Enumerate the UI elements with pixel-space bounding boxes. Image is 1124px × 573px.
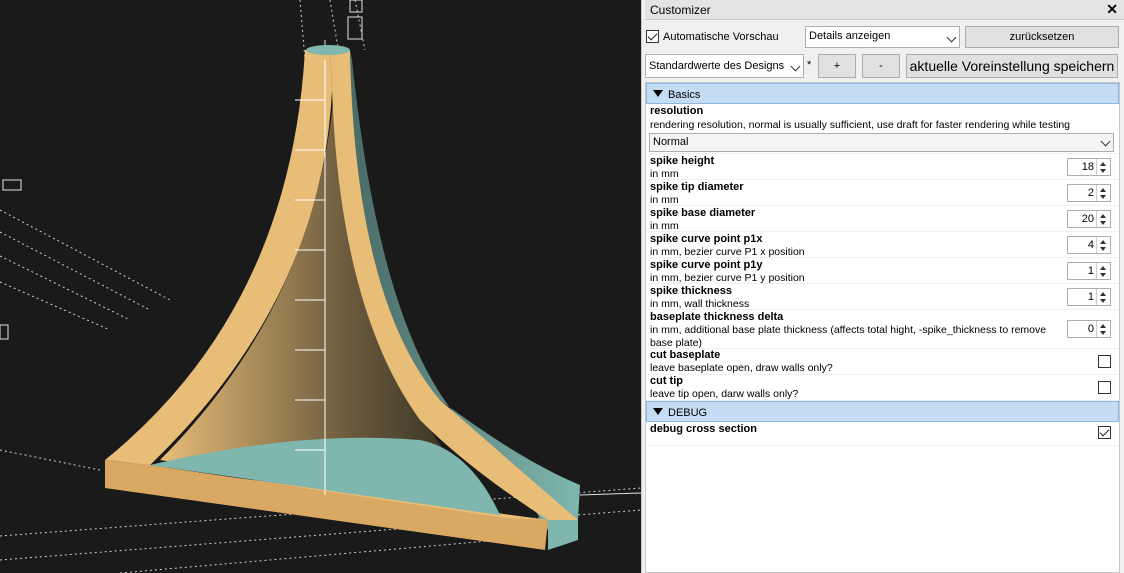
param-name: baseplate thickness delta <box>650 311 784 323</box>
param-spike-curve-p1y: spike curve point p1y in mm, bezier curv… <box>646 258 1119 284</box>
param-desc: in mm, bezier curve P1 x position <box>650 246 805 258</box>
param-name: spike curve point p1x <box>650 233 763 245</box>
param-name: resolution <box>650 105 704 117</box>
param-name: spike curve point p1y <box>650 259 763 271</box>
spin-up-icon[interactable] <box>1100 240 1106 244</box>
parameter-list[interactable]: Basics resolution rendering resolution, … <box>645 82 1120 573</box>
spin-down-icon[interactable] <box>1100 169 1106 173</box>
spinbox-value: 18 <box>1081 161 1094 173</box>
model-render <box>0 0 641 573</box>
param-cut-tip: cut tip leave tip open, darw walls only? <box>646 375 1119 401</box>
param-desc: rendering resolution, normal is usually … <box>650 119 1071 131</box>
spinbox-value: 2 <box>1087 187 1094 199</box>
customizer-title: Customizer <box>650 3 711 17</box>
spin-down-icon[interactable] <box>1100 195 1106 199</box>
chevron-down-icon <box>1100 136 1111 147</box>
chevron-down-icon <box>790 61 801 72</box>
spin-up-icon[interactable] <box>1100 162 1106 166</box>
param-desc: leave tip open, darw walls only? <box>650 388 799 400</box>
param-desc: in mm <box>650 168 679 180</box>
group-label: Basics <box>668 89 701 101</box>
spinbox-value: 0 <box>1087 323 1094 335</box>
spin-down-icon[interactable] <box>1100 221 1106 225</box>
param-spike-base-diameter: spike base diameter in mm 20 <box>646 206 1119 232</box>
param-spike-height: spike height in mm 18 <box>646 154 1119 180</box>
baseplate-thickness-delta-spinbox[interactable]: 0 <box>1067 320 1111 338</box>
param-name: debug cross section <box>650 423 757 435</box>
3d-viewport[interactable] <box>0 0 641 573</box>
spin-down-icon[interactable] <box>1100 273 1106 277</box>
spin-up-icon[interactable] <box>1100 188 1106 192</box>
param-spike-curve-p1x: spike curve point p1x in mm, bezier curv… <box>646 232 1119 258</box>
spinbox-value: 20 <box>1081 213 1094 225</box>
param-name: cut tip <box>650 375 683 387</box>
remove-preset-button[interactable]: - <box>862 54 900 78</box>
add-preset-button[interactable]: + <box>818 54 856 78</box>
param-name: spike tip diameter <box>650 181 744 193</box>
spike-tip-diameter-spinbox[interactable]: 2 <box>1067 184 1111 202</box>
reset-button[interactable]: zurücksetzen <box>965 26 1119 48</box>
group-header-basics[interactable]: Basics <box>646 83 1119 104</box>
collapse-triangle-icon <box>653 408 663 415</box>
chevron-down-icon <box>946 32 957 43</box>
details-select[interactable]: Details anzeigen <box>805 26 960 48</box>
param-debug-cross-section: debug cross section <box>646 422 1119 446</box>
spin-up-icon[interactable] <box>1100 324 1106 328</box>
spike-curve-p1y-spinbox[interactable]: 1 <box>1067 262 1111 280</box>
spin-up-icon[interactable] <box>1100 266 1106 270</box>
param-name: cut baseplate <box>650 349 721 361</box>
save-preset-button[interactable]: aktuelle Voreinstellung speichern <box>906 54 1118 78</box>
close-icon[interactable]: ✕ <box>1106 1 1118 18</box>
spin-down-icon[interactable] <box>1100 331 1106 335</box>
param-spike-thickness: spike thickness in mm, wall thickness 1 <box>646 284 1119 310</box>
param-desc: in mm, wall thickness <box>650 298 750 310</box>
spike-thickness-spinbox[interactable]: 1 <box>1067 288 1111 306</box>
param-desc: in mm <box>650 194 679 206</box>
param-resolution: resolution rendering resolution, normal … <box>646 104 1119 154</box>
preset-select[interactable]: Standardwerte des Designs <box>645 54 804 78</box>
auto-preview-checkbox[interactable] <box>646 30 659 43</box>
group-header-debug[interactable]: DEBUG <box>646 401 1119 422</box>
param-desc-continued: base plate) <box>650 337 702 349</box>
spike-base-diameter-spinbox[interactable]: 20 <box>1067 210 1111 228</box>
spin-down-icon[interactable] <box>1100 299 1106 303</box>
collapse-triangle-icon <box>653 90 663 97</box>
param-desc: in mm, bezier curve P1 y position <box>650 272 805 284</box>
auto-preview-label: Automatische Vorschau <box>663 31 779 43</box>
debug-cross-section-checkbox[interactable] <box>1098 426 1111 439</box>
spinbox-value: 1 <box>1087 291 1094 303</box>
details-select-value: Details anzeigen <box>809 30 891 42</box>
spin-up-icon[interactable] <box>1100 214 1106 218</box>
param-desc: in mm, additional base plate thickness (… <box>650 324 1047 336</box>
param-spike-tip-diameter: spike tip diameter in mm 2 <box>646 180 1119 206</box>
param-name: spike base diameter <box>650 207 756 219</box>
param-cut-baseplate: cut baseplate leave baseplate open, draw… <box>646 349 1119 375</box>
param-name: spike thickness <box>650 285 732 297</box>
resolution-select[interactable]: Normal <box>649 133 1114 152</box>
spinbox-value: 4 <box>1087 239 1094 251</box>
customizer-titlebar: Customizer ✕ <box>645 0 1124 20</box>
resolution-select-value: Normal <box>653 136 689 148</box>
customizer-panel: Customizer ✕ Automatische Vorschau Detai… <box>645 0 1124 573</box>
param-desc: leave baseplate open, draw walls only? <box>650 362 833 374</box>
spin-down-icon[interactable] <box>1100 247 1106 251</box>
preset-select-value: Standardwerte des Designs <box>649 60 785 72</box>
param-desc: in mm <box>650 220 679 232</box>
preset-modified-marker: * <box>807 59 812 71</box>
spike-height-spinbox[interactable]: 18 <box>1067 158 1111 176</box>
param-baseplate-thickness-delta: baseplate thickness delta in mm, additio… <box>646 310 1119 349</box>
spike-curve-p1x-spinbox[interactable]: 4 <box>1067 236 1111 254</box>
cut-tip-checkbox[interactable] <box>1098 381 1111 394</box>
group-label: DEBUG <box>668 407 708 419</box>
param-name: spike height <box>650 155 715 167</box>
spin-up-icon[interactable] <box>1100 292 1106 296</box>
spinbox-value: 1 <box>1087 265 1094 277</box>
cut-baseplate-checkbox[interactable] <box>1098 355 1111 368</box>
